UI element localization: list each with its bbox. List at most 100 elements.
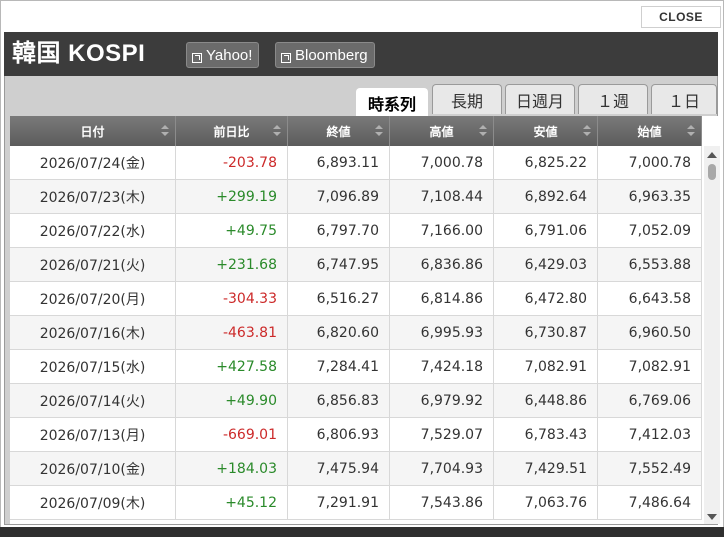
- cell-open: 7,552.49: [598, 452, 702, 486]
- sort-icon: [583, 125, 591, 137]
- yahoo-link-label: Yahoo!: [206, 46, 253, 64]
- bloomberg-link-button[interactable]: Bloomberg: [275, 42, 375, 68]
- column-header-low[interactable]: 安値: [494, 116, 598, 146]
- cell-change: +45.12: [176, 486, 288, 520]
- scroll-thumb[interactable]: [708, 164, 716, 180]
- cell-change: +49.75: [176, 214, 288, 248]
- cell-date: 2026/07/21(火): [10, 248, 176, 282]
- cell-change: +427.58: [176, 350, 288, 384]
- tab-bar: 時系列 長期 日週月 １週 １日: [4, 80, 718, 116]
- cell-change: +184.03: [176, 452, 288, 486]
- cell-change: +49.90: [176, 384, 288, 418]
- cell-low: 6,783.43: [494, 418, 598, 452]
- column-header-label: 安値: [533, 124, 558, 139]
- cell-high: 7,424.18: [390, 350, 494, 384]
- table-header: 日付 前日比 終値 高値 安値 始値: [10, 116, 702, 146]
- cell-open: 6,769.06: [598, 384, 702, 418]
- cell-open: 7,082.91: [598, 350, 702, 384]
- external-link-icon: [192, 53, 202, 63]
- cell-low: 6,791.06: [494, 214, 598, 248]
- table-scrollbar[interactable]: [704, 146, 720, 524]
- cell-close: 6,747.95: [288, 248, 390, 282]
- column-header-close[interactable]: 終値: [288, 116, 390, 146]
- cell-low: 6,825.22: [494, 146, 598, 180]
- sort-icon: [161, 125, 169, 137]
- column-header-open[interactable]: 始値: [598, 116, 702, 146]
- cell-close: 6,516.27: [288, 282, 390, 316]
- tab-longterm[interactable]: 長期: [432, 84, 502, 114]
- table-row[interactable]: 2026/07/16(木) -463.81 6,820.60 6,995.93 …: [10, 316, 702, 350]
- cell-close: 7,284.41: [288, 350, 390, 384]
- column-header-date[interactable]: 日付: [10, 116, 176, 146]
- cell-close: 7,291.91: [288, 486, 390, 520]
- tab-one-week[interactable]: １週: [578, 84, 648, 114]
- column-header-change[interactable]: 前日比: [176, 116, 288, 146]
- external-link-icon: [281, 53, 291, 63]
- scroll-up-icon[interactable]: [707, 152, 717, 158]
- column-header-label: 日付: [80, 124, 105, 139]
- cell-open: 7,486.64: [598, 486, 702, 520]
- yahoo-link-button[interactable]: Yahoo!: [186, 42, 260, 68]
- cell-close: 6,806.93: [288, 418, 390, 452]
- cell-low: 6,730.87: [494, 316, 598, 350]
- tab-daily-weekly-monthly[interactable]: 日週月: [505, 84, 575, 114]
- column-header-high[interactable]: 高値: [390, 116, 494, 146]
- table-row[interactable]: 2026/07/23(木) +299.19 7,096.89 7,108.44 …: [10, 180, 702, 214]
- modal-top-strip: [1, 1, 723, 31]
- table-row[interactable]: 2026/07/10(金) +184.03 7,475.94 7,704.93 …: [10, 452, 702, 486]
- cell-high: 7,704.93: [390, 452, 494, 486]
- tab-timeseries[interactable]: 時系列: [356, 88, 428, 116]
- cell-date: 2026/07/24(金): [10, 146, 176, 180]
- cell-change: -669.01: [176, 418, 288, 452]
- table-row[interactable]: 2026/07/22(水) +49.75 6,797.70 7,166.00 6…: [10, 214, 702, 248]
- cell-high: 7,000.78: [390, 146, 494, 180]
- table-body: 2026/07/24(金) -203.78 6,893.11 7,000.78 …: [10, 146, 702, 520]
- cell-low: 6,472.80: [494, 282, 598, 316]
- cell-high: 6,836.86: [390, 248, 494, 282]
- cell-date: 2026/07/23(木): [10, 180, 176, 214]
- cell-close: 7,096.89: [288, 180, 390, 214]
- cell-low: 7,063.76: [494, 486, 598, 520]
- sort-icon: [687, 125, 695, 137]
- cell-close: 6,797.70: [288, 214, 390, 248]
- sort-icon: [375, 125, 383, 137]
- page-title: 韓国 KOSPI: [12, 40, 146, 67]
- close-button[interactable]: CLOSE: [641, 6, 721, 28]
- cell-change: -463.81: [176, 316, 288, 350]
- cell-high: 6,995.93: [390, 316, 494, 350]
- cell-low: 7,082.91: [494, 350, 598, 384]
- cell-high: 7,543.86: [390, 486, 494, 520]
- cell-open: 6,963.35: [598, 180, 702, 214]
- cell-open: 6,643.58: [598, 282, 702, 316]
- cell-open: 7,052.09: [598, 214, 702, 248]
- cell-close: 6,893.11: [288, 146, 390, 180]
- cell-low: 6,429.03: [494, 248, 598, 282]
- cell-date: 2026/07/20(月): [10, 282, 176, 316]
- cell-low: 6,892.64: [494, 180, 598, 214]
- table-row[interactable]: 2026/07/14(火) +49.90 6,856.83 6,979.92 6…: [10, 384, 702, 418]
- tab-one-day[interactable]: １日: [651, 84, 717, 114]
- cell-date: 2026/07/14(火): [10, 384, 176, 418]
- cell-change: -304.33: [176, 282, 288, 316]
- scroll-down-icon[interactable]: [707, 514, 717, 520]
- cell-date: 2026/07/10(金): [10, 452, 176, 486]
- column-header-label: 高値: [429, 124, 454, 139]
- cell-date: 2026/07/15(水): [10, 350, 176, 384]
- cell-high: 6,979.92: [390, 384, 494, 418]
- table-row[interactable]: 2026/07/21(火) +231.68 6,747.95 6,836.86 …: [10, 248, 702, 282]
- cell-high: 7,108.44: [390, 180, 494, 214]
- table-row[interactable]: 2026/07/20(月) -304.33 6,516.27 6,814.86 …: [10, 282, 702, 316]
- cell-date: 2026/07/09(木): [10, 486, 176, 520]
- table-row[interactable]: 2026/07/13(月) -669.01 6,806.93 7,529.07 …: [10, 418, 702, 452]
- page-bottom-strip: [0, 527, 724, 537]
- cell-open: 7,000.78: [598, 146, 702, 180]
- table-row[interactable]: 2026/07/09(木) +45.12 7,291.91 7,543.86 7…: [10, 486, 702, 520]
- table-row[interactable]: 2026/07/15(水) +427.58 7,284.41 7,424.18 …: [10, 350, 702, 384]
- cell-low: 7,429.51: [494, 452, 598, 486]
- table-row[interactable]: 2026/07/24(金) -203.78 6,893.11 7,000.78 …: [10, 146, 702, 180]
- cell-change: -203.78: [176, 146, 288, 180]
- price-table: 日付 前日比 終値 高値 安値 始値 2026/07/24(金) -203.78…: [10, 116, 720, 524]
- cell-high: 6,814.86: [390, 282, 494, 316]
- cell-date: 2026/07/13(月): [10, 418, 176, 452]
- sort-icon: [273, 125, 281, 137]
